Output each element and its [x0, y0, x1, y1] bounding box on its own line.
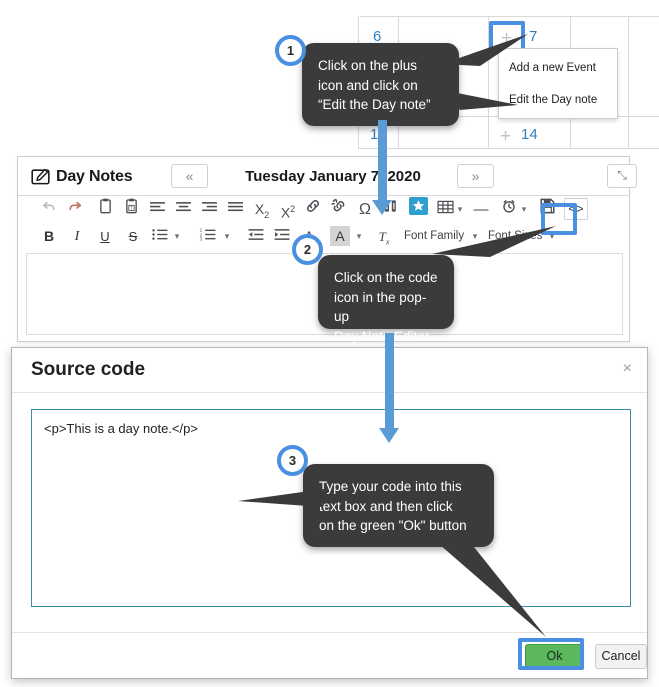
dialog-header: Source code ×	[12, 348, 647, 393]
cancel-button[interactable]: Cancel	[595, 644, 647, 669]
callout-2-bubble: Click on the code icon in the pop-up Day…	[318, 255, 454, 344]
align-right-icon[interactable]	[200, 196, 218, 223]
paste-as-text-icon[interactable]: T	[122, 196, 140, 223]
prev-day-button[interactable]: «	[171, 164, 208, 188]
bullet-list-caret-icon[interactable]: ▾	[172, 223, 182, 250]
callout-1-pointer-a	[442, 34, 528, 66]
unlink-icon[interactable]	[330, 196, 348, 223]
dialog-title: Source code	[31, 359, 146, 380]
calendar-day-7[interactable]: 7	[529, 28, 537, 45]
numbered-list-caret-icon[interactable]: ▾	[222, 223, 232, 250]
calendar-gridline	[358, 148, 659, 149]
redo-icon[interactable]	[66, 196, 84, 223]
current-date-label: Tuesday January 7, 2020	[245, 168, 421, 185]
undo-icon[interactable]	[40, 196, 58, 223]
paste-icon[interactable]	[96, 196, 114, 223]
svg-text:3: 3	[200, 237, 203, 241]
flow-arrow-2-head	[379, 428, 399, 443]
callout-1-pointer-b	[442, 90, 518, 110]
callout-1-badge: 1	[275, 35, 306, 66]
subscript-icon[interactable]: X2	[252, 196, 272, 223]
background-color-caret-icon[interactable]: ▾	[354, 223, 364, 250]
indent-icon[interactable]	[272, 223, 292, 250]
callout-3-pointer-b	[424, 531, 546, 637]
expand-button[interactable]: ⤡	[607, 164, 637, 188]
pencil-edit-icon	[31, 168, 50, 185]
day-notes-header: Day Notes « Tuesday January 7, 2020 » ⤡	[18, 157, 637, 196]
underline-icon[interactable]: U	[96, 223, 114, 250]
align-justify-icon[interactable]	[226, 196, 244, 223]
link-icon[interactable]	[304, 196, 322, 223]
italic-icon[interactable]: I	[68, 223, 86, 250]
bold-icon[interactable]: B	[40, 223, 58, 250]
star-icon[interactable]	[408, 196, 430, 223]
menu-item-edit-day-note[interactable]: Edit the Day note	[509, 94, 597, 106]
align-left-icon[interactable]	[148, 196, 166, 223]
superscript-icon[interactable]: X2	[278, 196, 298, 223]
callout-3-badge: 3	[277, 445, 308, 476]
callout-1-bubble: Click on the plus icon and click on “Edi…	[302, 43, 459, 126]
background-color-icon[interactable]: A	[330, 226, 350, 246]
add-plus-icon-day14[interactable]: +	[500, 127, 511, 146]
next-day-button[interactable]: »	[457, 164, 494, 188]
numbered-list-icon[interactable]: 123	[198, 223, 218, 250]
close-icon[interactable]: ×	[623, 361, 632, 377]
page-title: Day Notes	[56, 168, 133, 185]
flow-arrow-1-shaft	[378, 120, 387, 204]
outdent-icon[interactable]	[246, 223, 266, 250]
calendar-gridline	[628, 16, 629, 148]
callout-3-pointer-a	[238, 489, 324, 507]
align-center-icon[interactable]	[174, 196, 192, 223]
flow-arrow-1-head	[372, 200, 392, 215]
strikethrough-icon[interactable]: S	[124, 223, 142, 250]
callout-2-badge: 2	[292, 234, 323, 265]
svg-text:T: T	[130, 206, 133, 211]
calendar-day-14[interactable]: 14	[521, 126, 538, 143]
callout-2-pointer	[432, 226, 556, 257]
flow-arrow-2-shaft	[385, 333, 394, 433]
clear-formatting-icon[interactable]: Tx	[374, 223, 394, 250]
calendar-gridline	[360, 16, 659, 17]
bullet-list-icon[interactable]	[150, 223, 170, 250]
ok-button-highlight	[518, 638, 584, 670]
